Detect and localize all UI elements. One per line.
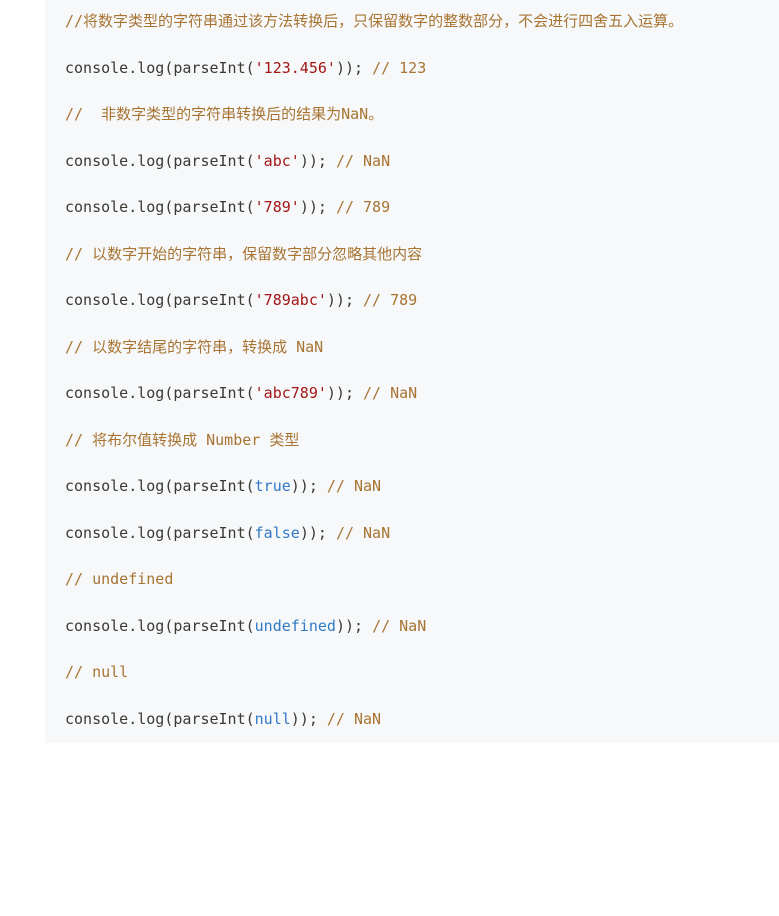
- code-token: console.log(parseInt(: [65, 477, 255, 495]
- code-string: '789': [255, 198, 300, 216]
- code-comment: // 123: [372, 59, 426, 77]
- code-string: '123.456': [255, 59, 336, 77]
- code-keyword: true: [255, 477, 291, 495]
- code-comment: // NaN: [327, 710, 381, 728]
- code-string: '789abc': [255, 291, 327, 309]
- code-token: console.log(parseInt(: [65, 384, 255, 402]
- code-comment: // 789: [363, 291, 417, 309]
- code-comment: // NaN: [363, 384, 417, 402]
- code-token: console.log(parseInt(: [65, 198, 255, 216]
- code-token: ));: [327, 384, 363, 402]
- code-token: ));: [327, 291, 363, 309]
- code-token: ));: [336, 59, 372, 77]
- code-comment: // 将布尔值转换成 Number 类型: [65, 431, 299, 449]
- code-token: ));: [300, 152, 336, 170]
- code-token: ));: [300, 198, 336, 216]
- code-comment: // NaN: [336, 524, 390, 542]
- code-keyword: undefined: [255, 617, 336, 635]
- code-string: 'abc789': [255, 384, 327, 402]
- code-comment: // 非数字类型的字符串转换后的结果为NaN。: [65, 105, 383, 123]
- code-comment: // 以数字结尾的字符串，转换成 NaN: [65, 338, 323, 356]
- code-token: ));: [300, 524, 336, 542]
- code-comment: // NaN: [372, 617, 426, 635]
- code-comment: // 以数字开始的字符串，保留数字部分忽略其他内容: [65, 245, 422, 263]
- code-content: //将数字类型的字符串通过该方法转换后，只保留数字的整数部分，不会进行四舍五入运…: [65, 10, 759, 731]
- code-token: ));: [291, 477, 327, 495]
- code-comment: // null: [65, 663, 128, 681]
- code-comment: // NaN: [336, 152, 390, 170]
- code-token: console.log(parseInt(: [65, 710, 255, 728]
- code-comment: // NaN: [327, 477, 381, 495]
- code-string: 'abc': [255, 152, 300, 170]
- code-block[interactable]: //将数字类型的字符串通过该方法转换后，只保留数字的整数部分，不会进行四舍五入运…: [45, 0, 779, 743]
- code-token: console.log(parseInt(: [65, 617, 255, 635]
- code-token: console.log(parseInt(: [65, 152, 255, 170]
- code-comment: //将数字类型的字符串通过该方法转换后，只保留数字的整数部分，不会进行四舍五入运…: [65, 12, 683, 30]
- code-token: console.log(parseInt(: [65, 524, 255, 542]
- code-token: console.log(parseInt(: [65, 59, 255, 77]
- code-comment: // undefined: [65, 570, 173, 588]
- code-token: ));: [336, 617, 372, 635]
- code-block-container: //将数字类型的字符串通过该方法转换后，只保留数字的整数部分，不会进行四舍五入运…: [0, 0, 779, 743]
- code-token: console.log(parseInt(: [65, 291, 255, 309]
- left-gutter: [0, 0, 45, 743]
- code-keyword: false: [255, 524, 300, 542]
- code-keyword: null: [255, 710, 291, 728]
- code-token: ));: [291, 710, 327, 728]
- code-comment: // 789: [336, 198, 390, 216]
